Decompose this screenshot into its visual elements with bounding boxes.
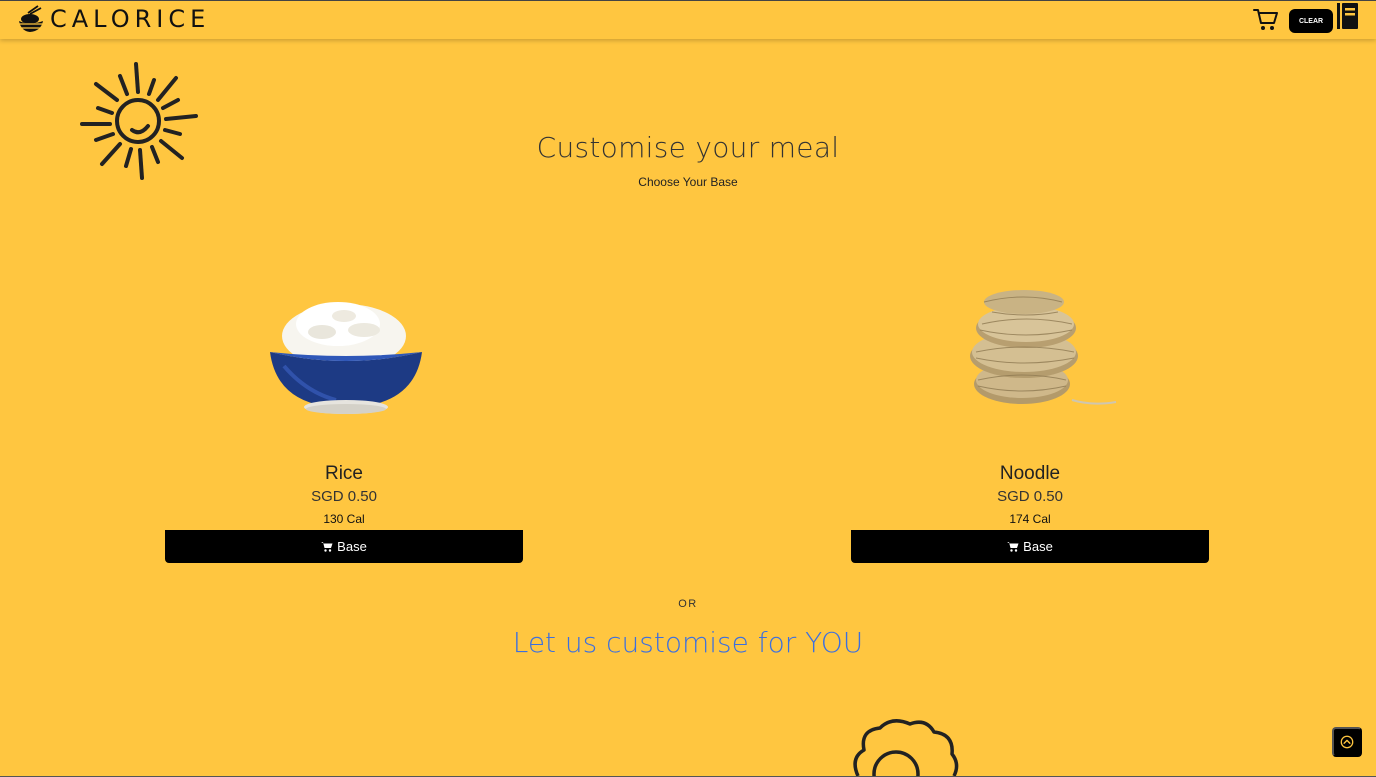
bowl-logo-icon [19, 5, 43, 32]
book-icon[interactable] [1336, 2, 1360, 30]
brand-title: CALORICE [50, 5, 211, 33]
base-card-noodle: Noodle SGD 0.50 174 Cal Base [851, 463, 1209, 563]
sun-icon [80, 62, 198, 180]
base-price: SGD 0.50 [311, 488, 377, 505]
base-calories: 130 Cal [323, 512, 365, 526]
base-card-rice: Rice SGD 0.50 130 Cal Base [165, 463, 523, 563]
cart-icon [321, 542, 333, 552]
noodle-image [970, 290, 1117, 405]
navbar: CALORICE CLEAR [0, 0, 1376, 39]
or-divider: OR [678, 598, 698, 610]
base-name: Rice [324, 463, 363, 484]
add-base-label: Base [337, 539, 367, 554]
page-subtitle: Choose Your Base [638, 175, 738, 189]
cart-icon[interactable] [1252, 6, 1280, 32]
brand[interactable]: CALORICE [16, 4, 210, 34]
customise-for-you-link[interactable]: Let us customise for YOU [0, 626, 1376, 659]
chevron-up-icon [1340, 735, 1354, 749]
add-base-button[interactable]: Base [165, 530, 523, 563]
cart-icon [1007, 542, 1019, 552]
page-title: Customise your meal [536, 131, 840, 164]
scroll-to-top-button[interactable] [1332, 727, 1362, 757]
base-price: SGD 0.50 [997, 488, 1063, 505]
base-name: Noodle [999, 463, 1061, 484]
base-calories: 174 Cal [1009, 512, 1051, 526]
clear-button[interactable]: CLEAR [1289, 9, 1333, 33]
rice-bowl-image [270, 302, 422, 414]
add-base-label: Base [1023, 539, 1053, 554]
egg-icon [853, 719, 959, 777]
add-base-button[interactable]: Base [851, 530, 1209, 563]
